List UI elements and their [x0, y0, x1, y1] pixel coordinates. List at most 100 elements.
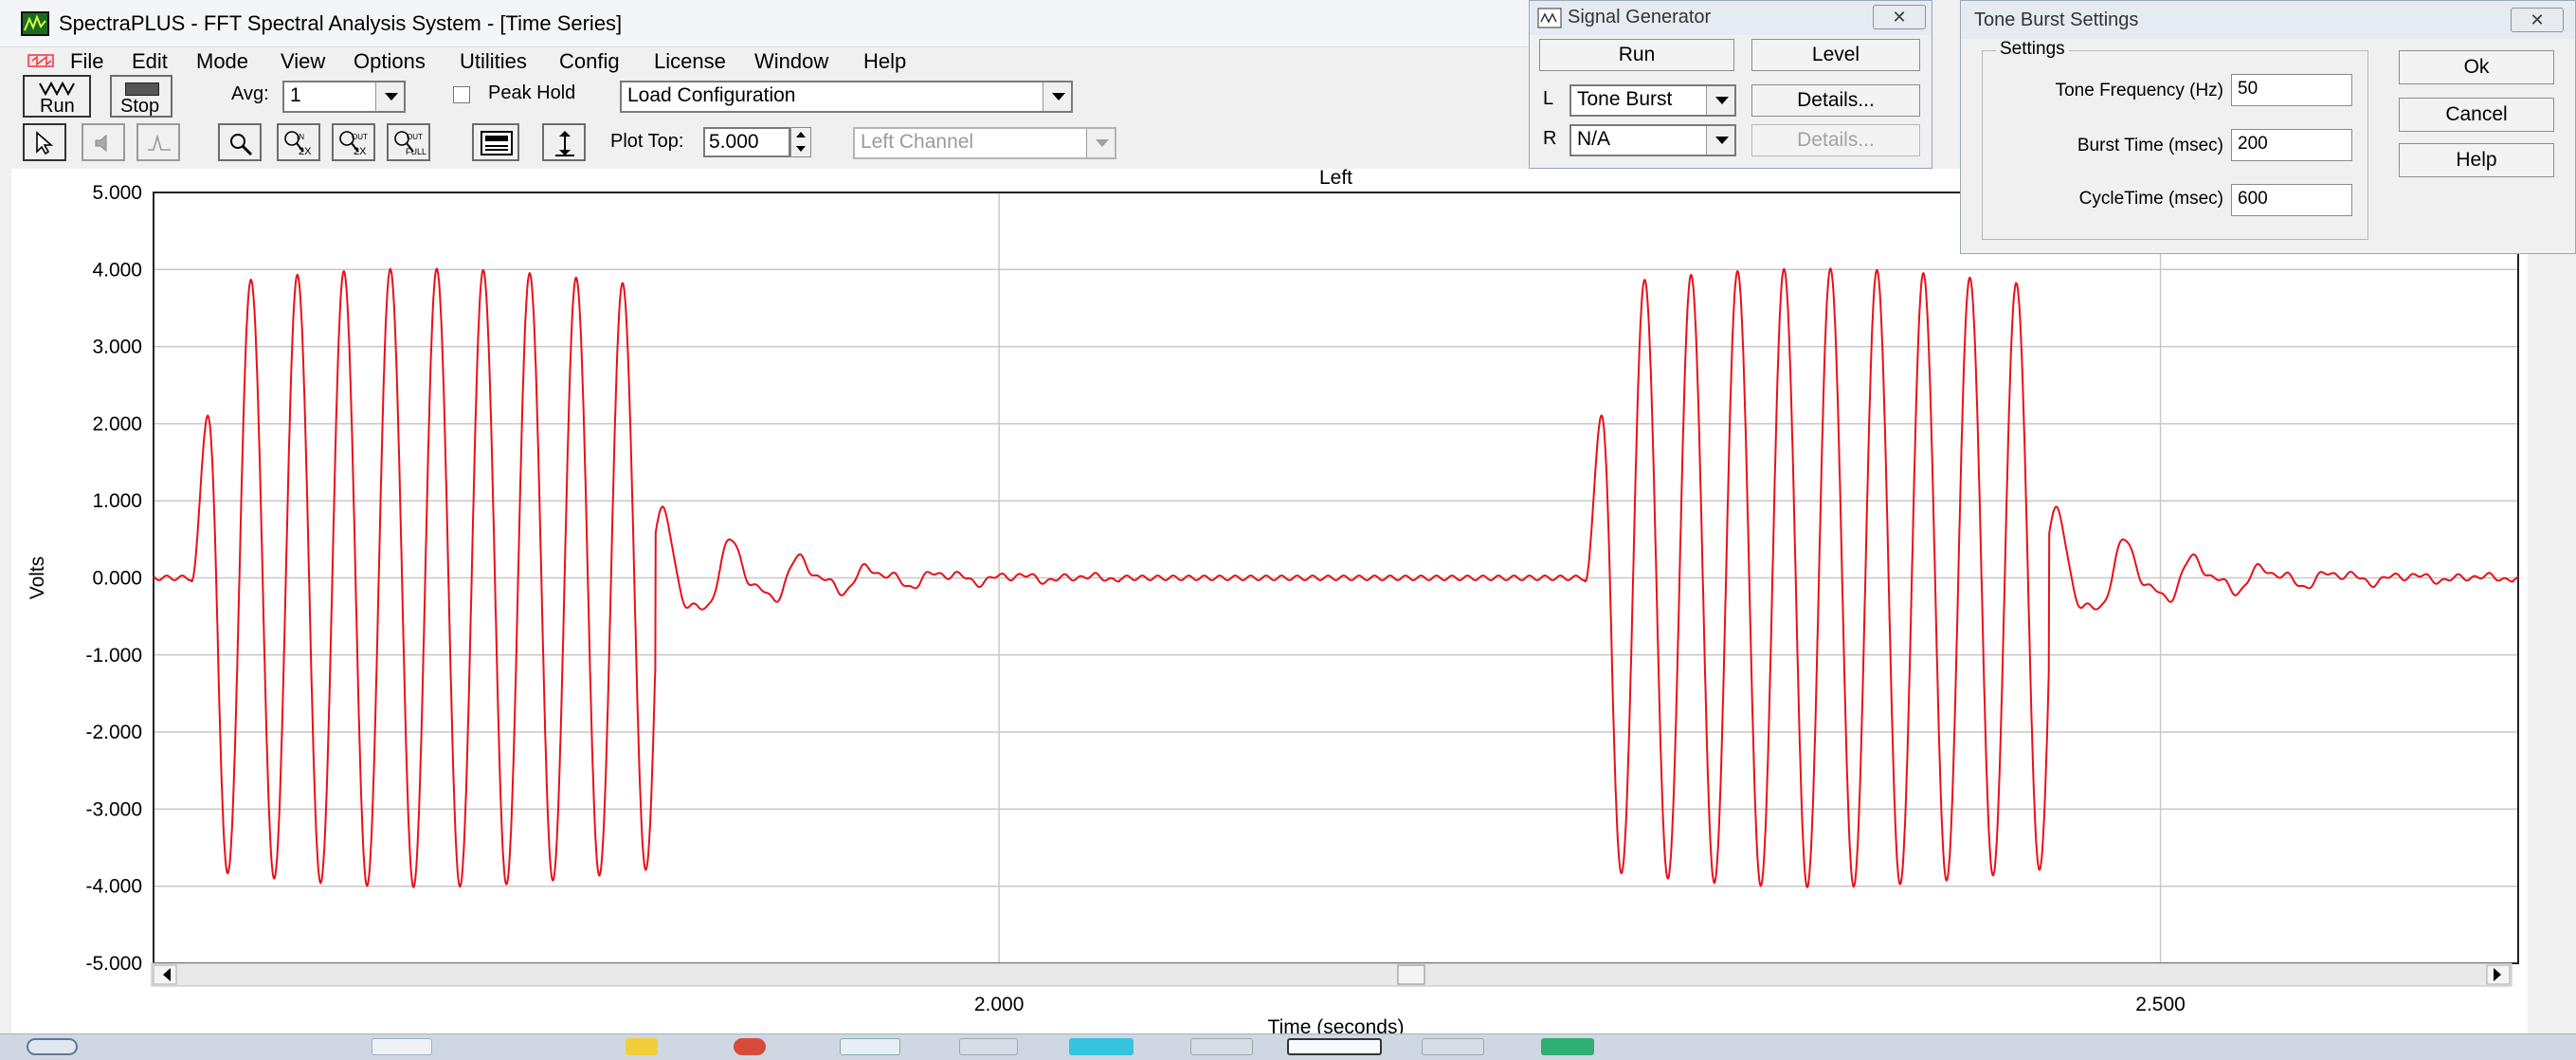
display-icon — [481, 131, 513, 155]
chevron-down-icon[interactable] — [1043, 82, 1071, 111]
svg-text:OUT: OUT — [407, 133, 423, 141]
menu-view[interactable]: View — [281, 49, 325, 74]
menu-utilities[interactable]: Utilities — [460, 49, 527, 74]
menu-license[interactable]: License — [654, 49, 726, 74]
grid — [154, 192, 2518, 963]
svg-text:2X: 2X — [299, 146, 312, 157]
burst-time-input[interactable]: 200 — [2231, 129, 2352, 161]
y-tick-label: 2.000 — [92, 413, 142, 435]
signal-generator-title: Signal Generator — [1568, 7, 1712, 27]
tone-frequency-input[interactable]: 50 — [2231, 74, 2352, 106]
chart-title: Left — [1319, 169, 1352, 189]
siggen-level-button[interactable]: Level — [1751, 39, 1920, 71]
right-details-button[interactable]: Details... — [1751, 124, 1920, 156]
close-icon[interactable] — [2511, 8, 2564, 32]
avg-select[interactable]: 1 — [282, 81, 406, 113]
plot-top-spinner[interactable] — [790, 127, 811, 157]
zoom-out-2x-button[interactable]: OUT 2X — [332, 123, 375, 161]
right-signal-select[interactable]: N/A — [1569, 124, 1736, 156]
menu-mode[interactable]: Mode — [196, 49, 248, 74]
right-signal-value: N/A — [1577, 128, 1611, 150]
speaker-button[interactable] — [82, 123, 125, 161]
display-button[interactable] — [472, 123, 519, 161]
plot-panel: Left 5.000 4.000 3.000 2.000 1.000 0.000 -1.00… — [11, 169, 2528, 1033]
stop-button[interactable]: Stop — [110, 75, 172, 118]
left-signal-select[interactable]: Tone Burst — [1569, 84, 1736, 117]
run-label: Run — [40, 96, 75, 117]
ok-button[interactable]: Ok — [2399, 50, 2554, 84]
plot-top-label: Plot Top: — [610, 131, 684, 152]
taskbar-app[interactable] — [1190, 1038, 1253, 1055]
mdi-child-icon[interactable] — [27, 51, 57, 70]
right-channel-label: R — [1543, 128, 1557, 149]
zoom-full-button[interactable]: OUT FULL — [387, 123, 430, 161]
y-axis-label: Volts — [27, 557, 48, 600]
help-button[interactable]: Help — [2399, 143, 2554, 177]
chevron-down-icon[interactable] — [1706, 126, 1734, 155]
zoom-in-2x-button[interactable]: IN 2X — [277, 123, 320, 161]
taskbar — [0, 1033, 2576, 1060]
app-icon — [21, 11, 49, 36]
y-tick-label: -1.000 — [85, 645, 142, 667]
speaker-icon — [95, 134, 107, 153]
taskbar-app[interactable] — [626, 1038, 658, 1055]
taskbar-app[interactable] — [1541, 1038, 1594, 1055]
svg-text:2X: 2X — [354, 146, 367, 157]
menu-help[interactable]: Help — [863, 49, 906, 74]
chevron-down-icon[interactable] — [1706, 86, 1734, 115]
taskbar-app[interactable] — [959, 1038, 1018, 1055]
time-series-chart[interactable]: Left 5.000 4.000 3.000 2.000 1.000 0.000 -1.00… — [11, 169, 2528, 1033]
cancel-button[interactable]: Cancel — [2399, 98, 2554, 132]
scroll-thumb[interactable] — [1397, 964, 1425, 985]
taskbar-app[interactable] — [372, 1038, 432, 1055]
y-tick-label: -2.000 — [85, 722, 142, 743]
menu-config[interactable]: Config — [559, 49, 620, 74]
svg-text:FULL: FULL — [406, 147, 426, 156]
taskbar-app-active[interactable] — [1287, 1038, 1382, 1055]
config-select[interactable]: Load Configuration — [620, 81, 1073, 113]
vertical-scale-icon — [555, 131, 574, 156]
peak-hold-checkbox[interactable] — [453, 86, 470, 103]
taskbar-app[interactable] — [1069, 1038, 1134, 1055]
spin-down-icon[interactable] — [796, 146, 806, 152]
menu-file[interactable]: File — [70, 49, 103, 74]
chevron-down-icon[interactable] — [1086, 129, 1115, 157]
channel-select[interactable]: Left Channel — [853, 127, 1116, 159]
taskbar-app[interactable] — [840, 1038, 900, 1055]
avg-label: Avg: — [231, 83, 269, 104]
y-axis: 5.000 4.000 3.000 2.000 1.000 0.000 -1.000 -2.0… — [85, 182, 142, 975]
run-button[interactable]: Run — [23, 75, 91, 118]
tone-frequency-label: Tone Frequency (Hz) — [2055, 81, 2223, 101]
signal-generator-window: Signal Generator Run Level L Tone Burst … — [1529, 0, 1932, 169]
x-axis-label: Time (seconds) — [1268, 1016, 1405, 1033]
left-channel-label: L — [1543, 88, 1554, 109]
magnifier-icon — [230, 134, 253, 156]
sine-icon — [39, 81, 75, 97]
plot-top-input[interactable]: 5.000 — [703, 127, 790, 157]
close-icon[interactable] — [1873, 5, 1926, 29]
scale-button[interactable] — [542, 123, 586, 161]
settings-group: Settings Tone Frequency (Hz) 50 Burst Ti… — [1982, 39, 2368, 240]
start-button[interactable] — [27, 1038, 78, 1055]
peak-button[interactable] — [136, 123, 180, 161]
signal-generator-title-bar[interactable]: Signal Generator — [1530, 1, 1932, 35]
spin-up-icon[interactable] — [796, 132, 806, 137]
taskbar-app[interactable] — [1422, 1038, 1484, 1055]
siggen-run-button[interactable]: Run — [1539, 39, 1734, 71]
tone-burst-title-bar[interactable]: Tone Burst Settings — [1961, 1, 2575, 39]
menu-window[interactable]: Window — [754, 49, 828, 74]
chevron-down-icon[interactable] — [375, 82, 404, 111]
tone-burst-settings-window: Tone Burst Settings Settings Tone Freque… — [1960, 0, 2576, 254]
x-axis: 2.000 2.500 — [974, 994, 2186, 1015]
y-tick-label: 3.000 — [92, 337, 142, 358]
menu-options[interactable]: Options — [354, 49, 426, 74]
menu-edit[interactable]: Edit — [132, 49, 168, 74]
left-details-button[interactable]: Details... — [1751, 84, 1920, 117]
cycle-time-input[interactable]: 600 — [2231, 184, 2352, 216]
zoom-full-icon: OUT FULL — [394, 131, 426, 156]
burst-time-label: Burst Time (msec) — [2077, 136, 2223, 155]
taskbar-app[interactable] — [734, 1038, 766, 1055]
zoom-button[interactable] — [218, 123, 262, 161]
pointer-tool-button[interactable] — [23, 123, 66, 161]
horizontal-scrollbar[interactable] — [151, 962, 2513, 987]
